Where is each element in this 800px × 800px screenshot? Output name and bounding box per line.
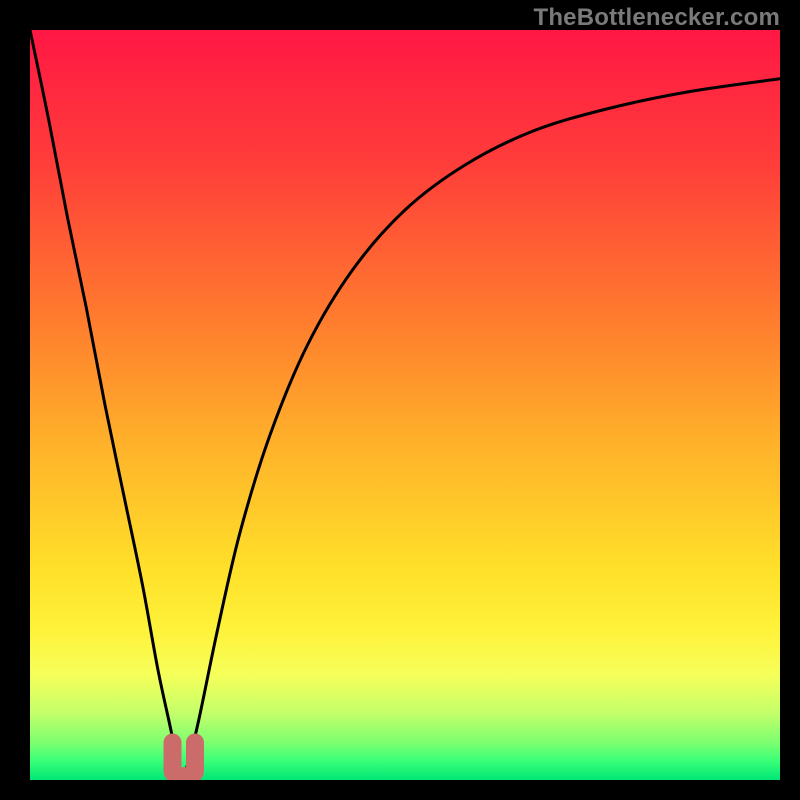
bottleneck-curve bbox=[30, 30, 780, 773]
outer-frame: TheBottlenecker.com bbox=[0, 0, 800, 800]
chart-svg bbox=[30, 30, 780, 780]
watermark-text: TheBottlenecker.com bbox=[533, 4, 780, 32]
min-marker bbox=[173, 743, 196, 777]
plot-area bbox=[30, 30, 780, 780]
